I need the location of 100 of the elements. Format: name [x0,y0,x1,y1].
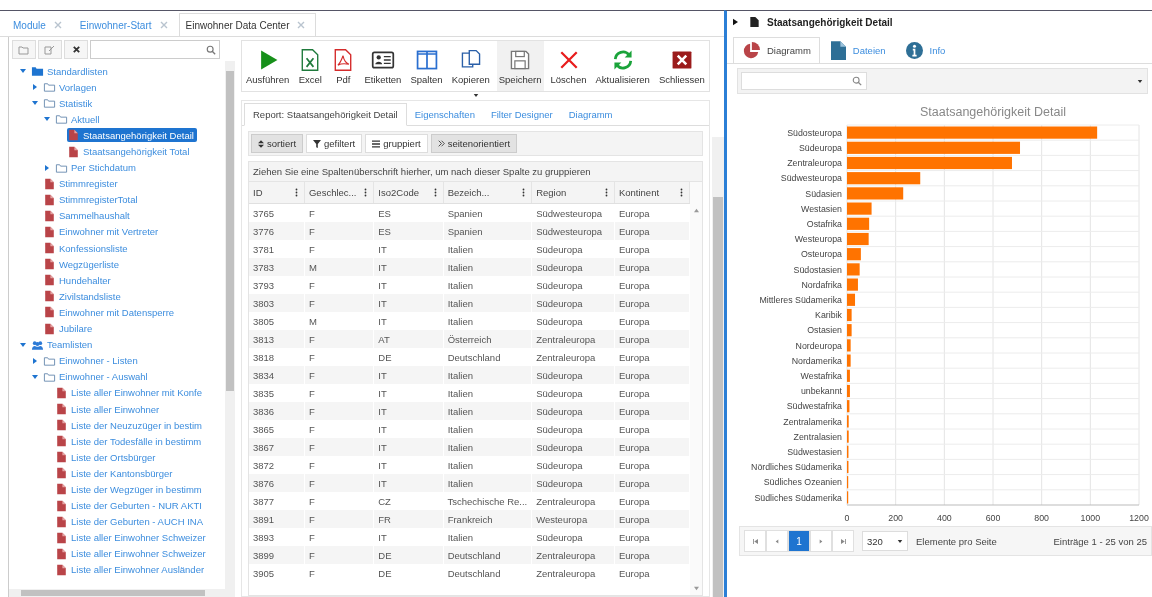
tree-item[interactable]: Hundehalter [43,273,114,288]
info-icon [905,42,923,59]
scrollbar[interactable] [225,61,235,589]
module-tab[interactable]: Module [6,13,73,36]
expand-arrow-icon[interactable] [733,18,738,26]
delete-button[interactable] [64,40,88,59]
category-label: unbekannt [800,386,842,397]
tree-item[interactable]: Einwohner - Listen [43,353,141,368]
report-tab[interactable]: Eigenschaften [406,103,483,125]
column-menu-icon[interactable] [294,188,298,197]
table-cell: 3836 [249,402,305,420]
tree-item[interactable]: Stimmregister [43,176,121,191]
tree-item[interactable]: Jubilare [43,321,96,336]
last-page-button[interactable] [832,530,854,552]
tree-item[interactable]: Zivilstandsliste [43,289,124,304]
tree-item[interactable]: Staatsangehörigkeit Detail [67,128,197,143]
table-cell: 3867 [249,438,305,456]
folder-icon [43,97,56,110]
detail-tab[interactable]: Info [896,37,955,63]
scrollbar[interactable] [9,589,235,597]
next-icon [819,538,823,544]
tree-item[interactable]: Staatsangehörigkeit Total [67,144,193,159]
column-header[interactable]: Geschlec... [304,182,375,203]
detail-tab[interactable]: Diagramm [733,37,820,63]
column-menu-icon[interactable] [680,188,683,197]
tree-item[interactable]: Liste aller Einwohner Ausländer [55,562,208,577]
tree-item[interactable]: Liste aller Einwohner Schweizer [55,530,209,545]
tree-item[interactable]: Aktuell [55,112,103,127]
tree-item[interactable]: Per Stichdatum [55,160,139,175]
tree-item[interactable]: Wegzügerliste [43,257,123,272]
tree-item[interactable]: Einwohner mit Vertreter [43,225,162,239]
tree-item[interactable]: Liste der Kantonsbürger [55,466,176,481]
document-icon [43,306,56,319]
module-tab[interactable]: Einwohner-Start [72,13,179,36]
tree-item[interactable]: Liste der Todesfälle in bestimm [55,434,205,449]
scrollbar[interactable] [712,137,724,597]
column-menu-icon[interactable] [364,188,368,197]
table-cell: Italien [443,366,533,384]
report-tab[interactable]: Filter Designer [482,103,561,125]
tree-item[interactable]: Vorlagen [43,80,100,95]
column-menu-icon[interactable] [522,188,526,197]
search-field[interactable] [90,40,220,59]
tree-item[interactable]: Konfessionsliste [43,241,131,256]
category-label: Zentralamerika [783,416,842,427]
category-label: Nördliches Südamerika [751,462,842,473]
category-label: Südwestasien [787,447,842,457]
category-label: Westasien [801,203,842,214]
view-option-button[interactable]: seitenorientiert [430,134,517,153]
tree-item[interactable]: Liste der Wegzüger in bestimm [55,482,205,497]
report-tab[interactable]: Diagramm [560,103,621,125]
document-icon [55,435,68,448]
list-icon [372,139,381,148]
document-icon [43,322,56,335]
column-menu-icon[interactable] [604,188,608,197]
tree-item[interactable]: Statistik [43,96,96,111]
column-header[interactable]: ID [249,182,305,203]
table-cell: Deutschland [443,546,533,564]
collapse-arrow-icon[interactable] [19,340,27,349]
tree-item[interactable]: Liste aller Einwohner mit Konfe [55,385,205,400]
column-header[interactable]: Region [532,182,615,203]
axis-tick-label: 1000 [1080,513,1101,522]
tree-item[interactable]: Einwohner - Auswahl [43,369,151,384]
axis-tick-label: 400 [937,513,952,522]
scrollbar[interactable] [690,182,702,595]
document-icon [43,290,56,303]
tree-item[interactable]: Liste der Geburten - AUCH INA [55,514,206,529]
tree-item[interactable]: StimmregisterTotal [43,192,141,207]
tree-item[interactable]: Liste aller Einwohner [55,402,163,416]
view-option-button[interactable]: gruppiert [365,134,428,153]
module-tab[interactable]: Einwohner Data Center [178,13,317,36]
tree-item[interactable]: Teamlisten [31,337,96,352]
page-button[interactable]: 1 [788,530,810,552]
category-label: Mittleres Südamerika [759,295,842,305]
tree-item[interactable]: Standardlisten [31,64,111,79]
tree-item[interactable]: Liste der Neuzuzüger in bestim [55,418,205,433]
up-arrow-icon[interactable] [692,208,700,213]
view-option-button[interactable]: gefiltert [306,134,363,153]
column-header[interactable]: Bezeich... [443,182,533,203]
tree-item[interactable]: Liste aller Einwohner Schweizer [55,546,209,561]
page-size-dropdown[interactable]: 320 [862,531,908,551]
report-tab[interactable]: Report: Staatsangehörigkeit Detail [244,103,407,126]
first-page-button[interactable] [744,530,766,552]
detail-tab[interactable]: Dateien [821,37,895,63]
tree-item[interactable]: Liste der Geburten - NUR AKTI [55,498,205,513]
tree-item[interactable]: Einwohner mit Datensperre [43,305,178,320]
column-menu-icon[interactable] [433,188,437,197]
down-arrow-icon[interactable] [692,586,700,591]
collapse-arrow-icon[interactable] [31,372,39,381]
table-cell: F [304,474,375,492]
caret-icon[interactable] [1137,78,1143,84]
bar [847,187,904,200]
table-cell: Europa [614,546,690,564]
tree-item[interactable]: Liste der Ortsbürger [55,450,159,465]
search-field[interactable] [741,72,867,90]
column-header[interactable]: Iso2Code [374,182,444,203]
view-option-button[interactable]: sortiert [251,134,304,153]
table-cell: IT [374,438,444,456]
tree-item[interactable]: Sammelhaushalt [43,208,133,223]
table-cell: 3783 [249,258,305,276]
table-cell: 3776 [249,222,305,240]
